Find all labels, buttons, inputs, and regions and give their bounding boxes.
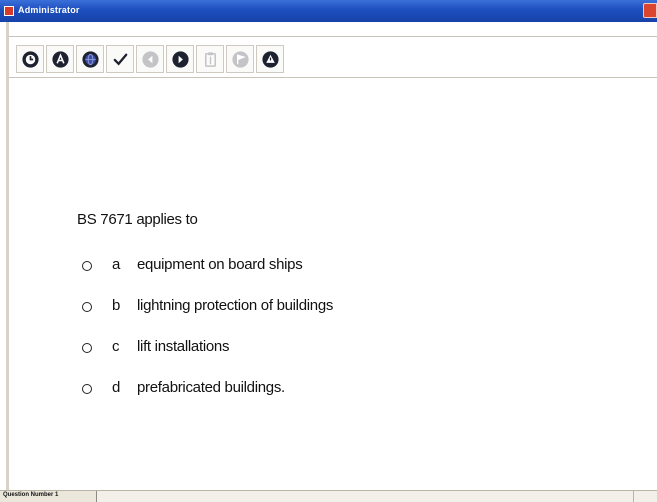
warning-button[interactable] [256, 45, 284, 73]
option-text: lift installations [137, 338, 230, 355]
option-text: prefabricated buildings. [137, 379, 285, 396]
clipboard-button[interactable] [196, 45, 224, 73]
status-panel-right [633, 491, 657, 502]
radio-b[interactable] [82, 302, 92, 312]
checkmark-icon [113, 53, 128, 66]
previous-button[interactable] [136, 45, 164, 73]
window-title: Administrator [18, 5, 80, 15]
font-button[interactable] [46, 45, 74, 73]
question-text: BS 7671 applies to [77, 211, 198, 228]
option-text: equipment on board ships [137, 256, 303, 273]
radio-a[interactable] [82, 261, 92, 271]
question-number: Question Number 1 [3, 492, 59, 498]
next-arrow-icon [172, 51, 189, 68]
option-letter: a [112, 256, 121, 273]
clock-button[interactable] [16, 45, 44, 73]
option-text: lightning protection of buildings [137, 297, 334, 314]
check-button[interactable] [106, 45, 134, 73]
flag-icon [232, 51, 249, 68]
option-letter: b [112, 297, 121, 314]
radio-d[interactable] [82, 384, 92, 394]
close-button[interactable] [643, 3, 657, 18]
clock-icon [22, 51, 39, 68]
window-frame [6, 22, 657, 502]
font-icon [52, 51, 69, 68]
previous-arrow-icon [142, 51, 159, 68]
title-bar: Administrator [0, 0, 657, 22]
warning-icon [262, 51, 279, 68]
clipboard-icon [204, 52, 217, 67]
option-letter: d [112, 379, 121, 396]
app-icon [4, 6, 14, 16]
option-letter: c [112, 338, 120, 355]
globe-icon [82, 51, 99, 68]
status-bar: Question Number 1 [0, 490, 657, 502]
toolbar [9, 36, 657, 78]
flag-button[interactable] [226, 45, 254, 73]
radio-c[interactable] [82, 343, 92, 353]
globe-button[interactable] [76, 45, 104, 73]
next-button[interactable] [166, 45, 194, 73]
status-panel: Question Number 1 [0, 491, 97, 502]
